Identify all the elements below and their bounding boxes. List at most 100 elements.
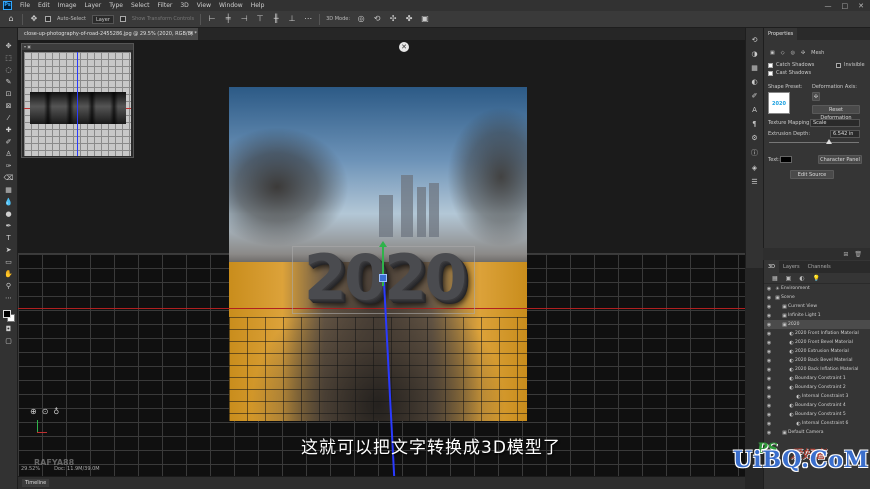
tab-3d[interactable]: 3D	[764, 261, 780, 273]
3d-roll-icon[interactable]: ⟲	[372, 14, 382, 24]
invisible-checkbox[interactable]	[836, 62, 841, 68]
properties-icon[interactable]: ⚙	[750, 134, 760, 142]
scene-item[interactable]: ◉ ◐ Boundary Constraint 2	[764, 383, 870, 392]
scene-item[interactable]: ◉ ◐ 2020 Back Bevel Material	[764, 356, 870, 365]
lights-icon[interactable]: 💡	[813, 275, 820, 282]
canvas-area[interactable]: 2020 ✕ ▾ ▣ ⊕ ⊙ ♁ RAFYA88 这就可以把文字转换成3D模型了	[18, 40, 745, 480]
menu-layer[interactable]: Layer	[80, 2, 105, 9]
menu-image[interactable]: Image	[54, 2, 81, 9]
scene-item[interactable]: ◉ ◐ 2020 Front Bevel Material	[764, 338, 870, 347]
align-center-icon[interactable]: ╪	[223, 14, 233, 24]
text-color-swatch[interactable]	[780, 156, 792, 163]
scene-item[interactable]: ◉ ▣ Infinite Light 1	[764, 311, 870, 320]
align-middle-icon[interactable]: ╫	[271, 14, 281, 24]
cap-mode-icon[interactable]: ◎	[791, 50, 795, 56]
color-swatches[interactable]	[2, 310, 15, 322]
3d-scale-icon[interactable]: ▣	[420, 14, 430, 24]
minimize-button[interactable]: —	[825, 2, 832, 10]
catch-shadows-checkbox[interactable]	[768, 62, 773, 68]
visibility-eye-icon[interactable]: ◉	[764, 322, 774, 328]
menu-edit[interactable]: Edit	[34, 2, 54, 9]
visibility-eye-icon[interactable]: ◉	[764, 304, 774, 310]
visibility-eye-icon[interactable]: ◉	[764, 376, 774, 382]
visibility-eye-icon[interactable]: ◉	[764, 358, 774, 364]
visibility-eye-icon[interactable]: ◉	[764, 331, 774, 337]
align-bottom-icon[interactable]: ⊥	[287, 14, 297, 24]
more-options-icon[interactable]: ⋯	[303, 14, 313, 24]
scene-item[interactable]: ◉ ▣ Default Camera	[764, 428, 870, 437]
3d-slide-icon[interactable]: ✤	[404, 14, 414, 24]
pen-tool-icon[interactable]: ✒	[3, 222, 15, 231]
visibility-eye-icon[interactable]: ◉	[764, 286, 774, 292]
close-window-button[interactable]: ✕	[858, 2, 864, 10]
path-selection-tool-icon[interactable]: ➤	[3, 246, 15, 255]
visibility-eye-icon[interactable]: ◉	[764, 295, 774, 301]
3d-pan-icon[interactable]: ✣	[388, 14, 398, 24]
extrusion-slider-track[interactable]	[769, 142, 859, 143]
close-document-icon[interactable]: ×	[189, 28, 194, 40]
visibility-eye-icon[interactable]: ◉	[764, 313, 774, 319]
paragraph-icon[interactable]: ¶	[750, 120, 760, 128]
history-icon[interactable]: ⟲	[750, 36, 760, 44]
visibility-eye-icon[interactable]: ◉	[764, 367, 774, 373]
align-right-icon[interactable]: ⊣	[239, 14, 249, 24]
scene-item[interactable]: ◉ ▣ 2020	[764, 320, 870, 329]
lasso-tool-icon[interactable]: ◌	[3, 66, 15, 75]
mesh-mode-icon[interactable]: ▣	[770, 50, 775, 56]
3d-orbit-icon[interactable]: ◎	[356, 14, 366, 24]
character-panel-button[interactable]: Character Panel	[818, 155, 862, 164]
crop-tool-icon[interactable]: ⊡	[3, 90, 15, 99]
deform-mode-icon[interactable]: ◇	[781, 50, 785, 56]
healing-brush-tool-icon[interactable]: ✚	[3, 126, 15, 135]
scene-item[interactable]: ◉ ☀ Environment	[764, 284, 870, 293]
quick-mask-icon[interactable]: ◘	[3, 325, 15, 334]
tab-layers[interactable]: Layers	[779, 261, 804, 273]
auto-select-target-dropdown[interactable]: Layer	[91, 14, 114, 24]
marquee-tool-icon[interactable]: ⬚	[3, 54, 15, 63]
home-icon[interactable]: ⌂	[6, 14, 16, 24]
secondary-view-panel[interactable]: ▾ ▣	[21, 43, 134, 158]
color-icon[interactable]: ◑	[750, 50, 760, 58]
meshes-icon[interactable]: ▣	[786, 275, 792, 282]
visibility-eye-icon[interactable]: ◉	[764, 430, 774, 436]
align-top-icon[interactable]: ⊤	[255, 14, 265, 24]
eraser-tool-icon[interactable]: ⌫	[3, 174, 15, 183]
quick-select-tool-icon[interactable]: ✎	[3, 78, 15, 87]
info-icon[interactable]: ⓘ	[750, 148, 760, 158]
scene-item[interactable]: ◉ ▣ Scene	[764, 293, 870, 302]
menu-window[interactable]: Window	[215, 2, 247, 9]
brush-settings-icon[interactable]: ✐	[750, 92, 760, 100]
scene-item[interactable]: ◉ ◐ Boundary Constraint 4	[764, 401, 870, 410]
visibility-eye-icon[interactable]: ◉	[764, 421, 774, 427]
reset-deformation-button[interactable]: Reset Deformation	[812, 105, 860, 121]
history-brush-tool-icon[interactable]: ✑	[3, 162, 15, 171]
visibility-eye-icon[interactable]: ◉	[764, 340, 774, 346]
tab-channels[interactable]: Channels	[804, 261, 835, 273]
whole-scene-icon[interactable]: ▦	[772, 275, 778, 282]
visibility-eye-icon[interactable]: ◉	[764, 403, 774, 409]
brush-tool-icon[interactable]: ✐	[3, 138, 15, 147]
align-left-icon[interactable]: ⊢	[207, 14, 217, 24]
properties-tab[interactable]: Properties	[764, 28, 798, 40]
light-icon[interactable]: ♁	[53, 407, 59, 416]
extrusion-depth-field[interactable]: 6.542 in	[830, 130, 860, 138]
extrusion-slider-thumb[interactable]	[826, 139, 832, 144]
move-tool-icon[interactable]: ✥	[29, 14, 39, 24]
menu-3d[interactable]: 3D	[176, 2, 192, 9]
scene-item[interactable]: ◉ ◐ 2020 Extrusion Material	[764, 347, 870, 356]
screen-mode-icon[interactable]: ▢	[3, 337, 15, 346]
more-tools-icon[interactable]: ⋯	[3, 294, 15, 303]
scene-item[interactable]: ◉ ◐ Internal Constraint 6	[764, 419, 870, 428]
document-tab[interactable]: close-up-photography-of-road-2455286.jpg…	[18, 28, 198, 40]
menu-view[interactable]: View	[193, 2, 215, 9]
camera-icon[interactable]: ⊙	[42, 407, 49, 416]
frame-tool-icon[interactable]: ⊠	[3, 102, 15, 111]
foreground-color-swatch[interactable]	[2, 310, 11, 318]
menu-file[interactable]: File	[16, 2, 34, 9]
scene-item[interactable]: ◉ ▣ Current View	[764, 302, 870, 311]
scene-item[interactable]: ◉ ◐ Boundary Constraint 5	[764, 410, 870, 419]
visibility-eye-icon[interactable]: ◉	[764, 394, 774, 400]
coordinates-mode-icon[interactable]: ✣	[801, 50, 805, 56]
clone-stamp-tool-icon[interactable]: ♙	[3, 150, 15, 159]
scene-item[interactable]: ◉ ◐ Boundary Constraint 1	[764, 374, 870, 383]
